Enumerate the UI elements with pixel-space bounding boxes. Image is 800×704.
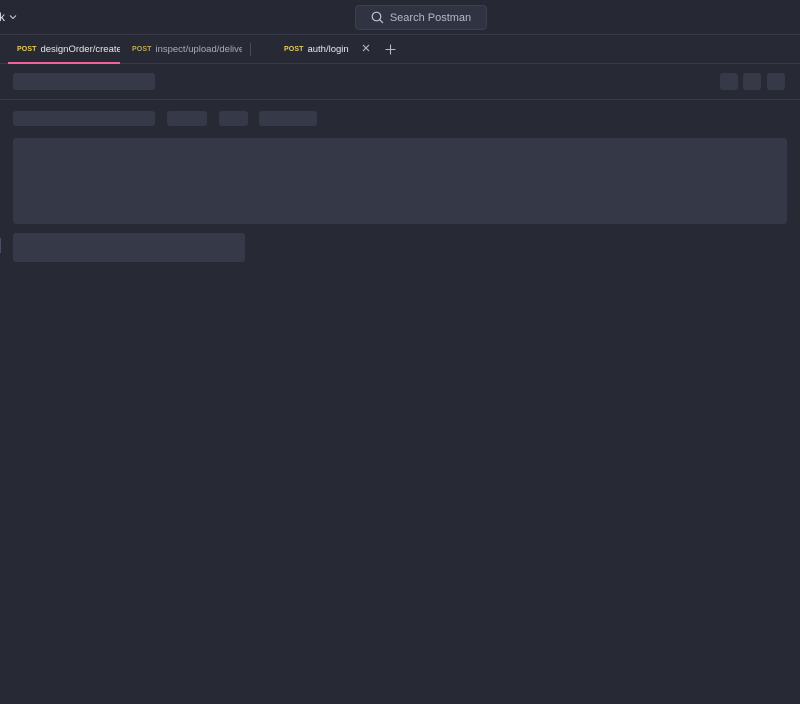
search-placeholder: Search Postman bbox=[389, 11, 472, 24]
action-button-placeholder bbox=[743, 73, 761, 90]
search-bar[interactable]: Search Postman bbox=[355, 5, 487, 30]
request-tab-strip: POST designOrder/create POST inspect/upl… bbox=[0, 35, 800, 64]
tab-label: inspect/upload/deliverI bbox=[155, 44, 242, 55]
tab-auth-login[interactable]: POST auth/login bbox=[276, 35, 356, 64]
workspace-label: k bbox=[0, 10, 5, 24]
action-button-placeholder bbox=[720, 73, 738, 90]
url-bar-placeholder bbox=[13, 111, 155, 126]
tab-method: POST bbox=[284, 46, 304, 53]
section-tab-placeholder bbox=[167, 111, 207, 126]
tab-method: POST bbox=[17, 46, 37, 53]
request-body-placeholder bbox=[13, 138, 787, 224]
action-button-placeholder bbox=[767, 73, 785, 90]
response-header-placeholder bbox=[13, 233, 245, 262]
tab-label: auth/login bbox=[307, 44, 349, 55]
search-icon bbox=[371, 11, 384, 24]
request-header bbox=[0, 64, 800, 100]
tab-inspect-upload[interactable]: POST inspect/upload/deliverI bbox=[124, 35, 242, 64]
tab-method: POST bbox=[132, 46, 152, 53]
tab-label: designOrder/create bbox=[40, 44, 120, 55]
chevron-down-icon bbox=[9, 14, 17, 20]
section-tab-placeholder bbox=[219, 111, 248, 126]
section-tab-placeholder bbox=[259, 111, 317, 126]
request-title-placeholder bbox=[13, 73, 155, 90]
top-bar: k Search Postman bbox=[0, 0, 800, 35]
tab-divider bbox=[250, 43, 251, 56]
workspace-switcher[interactable]: k bbox=[0, 9, 17, 25]
sidebar-edge-handle[interactable] bbox=[0, 238, 1, 253]
tab-design-order-create[interactable]: POST designOrder/create bbox=[8, 35, 120, 64]
plus-icon[interactable] bbox=[383, 42, 397, 56]
close-icon[interactable] bbox=[360, 42, 372, 54]
